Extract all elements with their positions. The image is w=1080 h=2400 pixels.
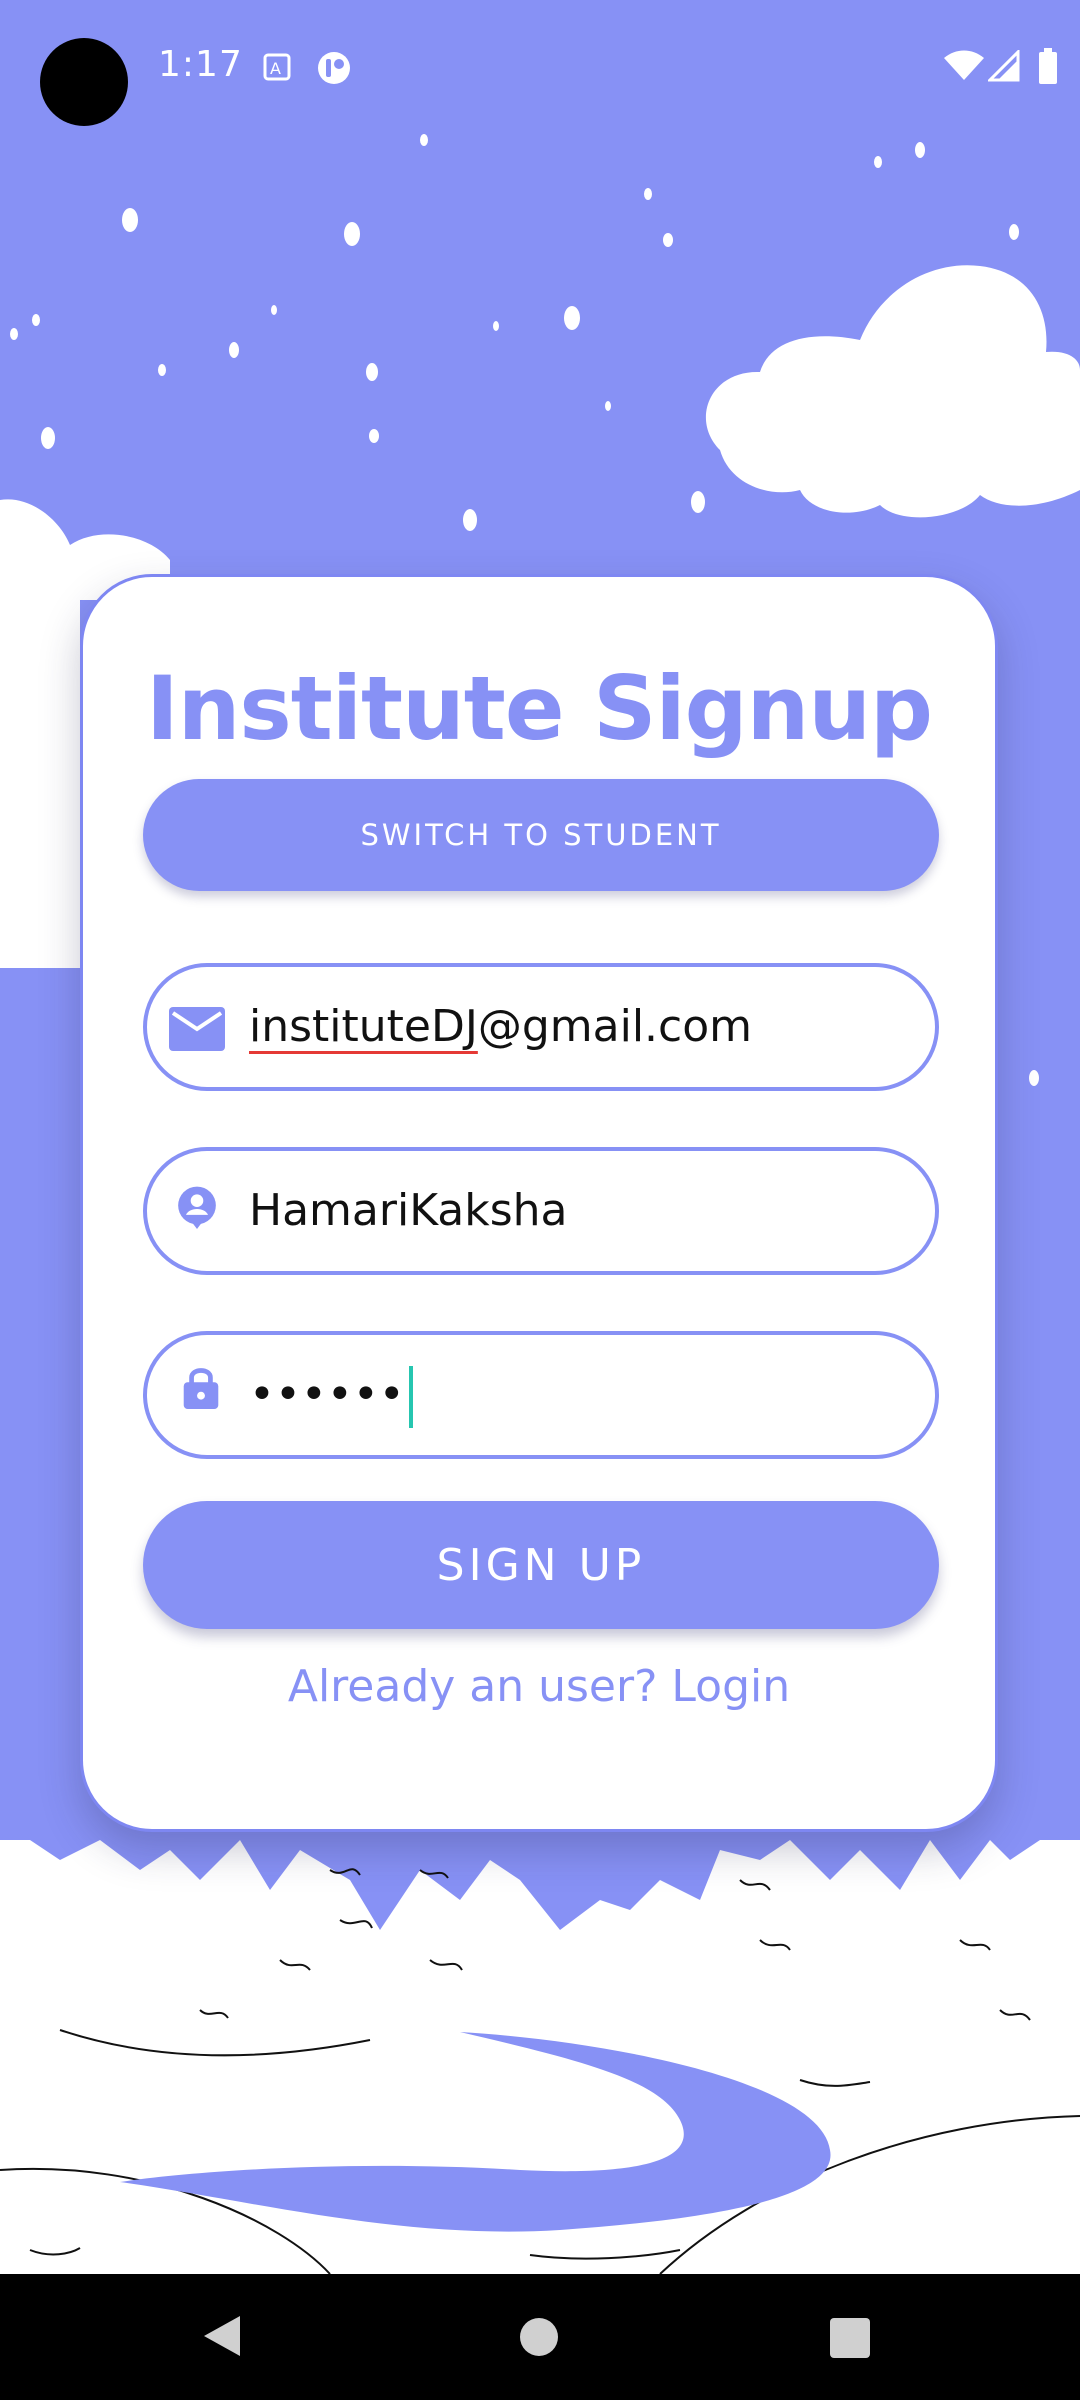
back-icon[interactable] [202, 2314, 242, 2358]
envelope-icon [169, 1007, 225, 1051]
navigation-bar [0, 2274, 1080, 2400]
email-value: instituteDJ@gmail.com [249, 967, 752, 1087]
password-value: •••••• [249, 1335, 413, 1455]
app-notification-icon [318, 52, 350, 84]
email-value-rest: @gmail.com [477, 1001, 753, 1052]
recents-icon[interactable] [830, 2318, 870, 2358]
text-recognition-icon: A [263, 53, 291, 81]
email-field[interactable]: instituteDJ@gmail.com [143, 963, 939, 1091]
text-cursor [408, 1366, 413, 1428]
switch-to-student-button[interactable]: SWITCH TO STUDENT [143, 779, 939, 891]
lock-icon [183, 1368, 219, 1409]
user-icon [178, 1186, 216, 1229]
battery-icon [1039, 48, 1057, 84]
password-masked-text: •••••• [249, 1369, 405, 1420]
wifi-icon [944, 50, 984, 80]
password-field[interactable]: •••••• [143, 1331, 939, 1459]
username-field[interactable]: HamariKaksha [143, 1147, 939, 1275]
signup-card: Institute Signup SWITCH TO STUDENT insti… [80, 574, 998, 1832]
username-value: HamariKaksha [249, 1185, 568, 1236]
svg-text:A: A [270, 59, 281, 78]
page-title: Institute Signup [146, 657, 933, 760]
status-bar: 1:17 A [0, 0, 1080, 136]
status-time: 1:17 [158, 44, 243, 85]
camera-cutout [40, 38, 128, 126]
home-icon[interactable] [520, 2318, 558, 2356]
screen: 1:17 A Institute Signup SWITCH TO STUDEN… [0, 0, 1080, 2400]
sign-up-button[interactable]: SIGN UP [143, 1501, 939, 1629]
signal-icon [988, 50, 1020, 82]
login-link[interactable]: Already an user? Login [83, 1661, 995, 1712]
email-value-underlined: instituteDJ [249, 1001, 478, 1052]
